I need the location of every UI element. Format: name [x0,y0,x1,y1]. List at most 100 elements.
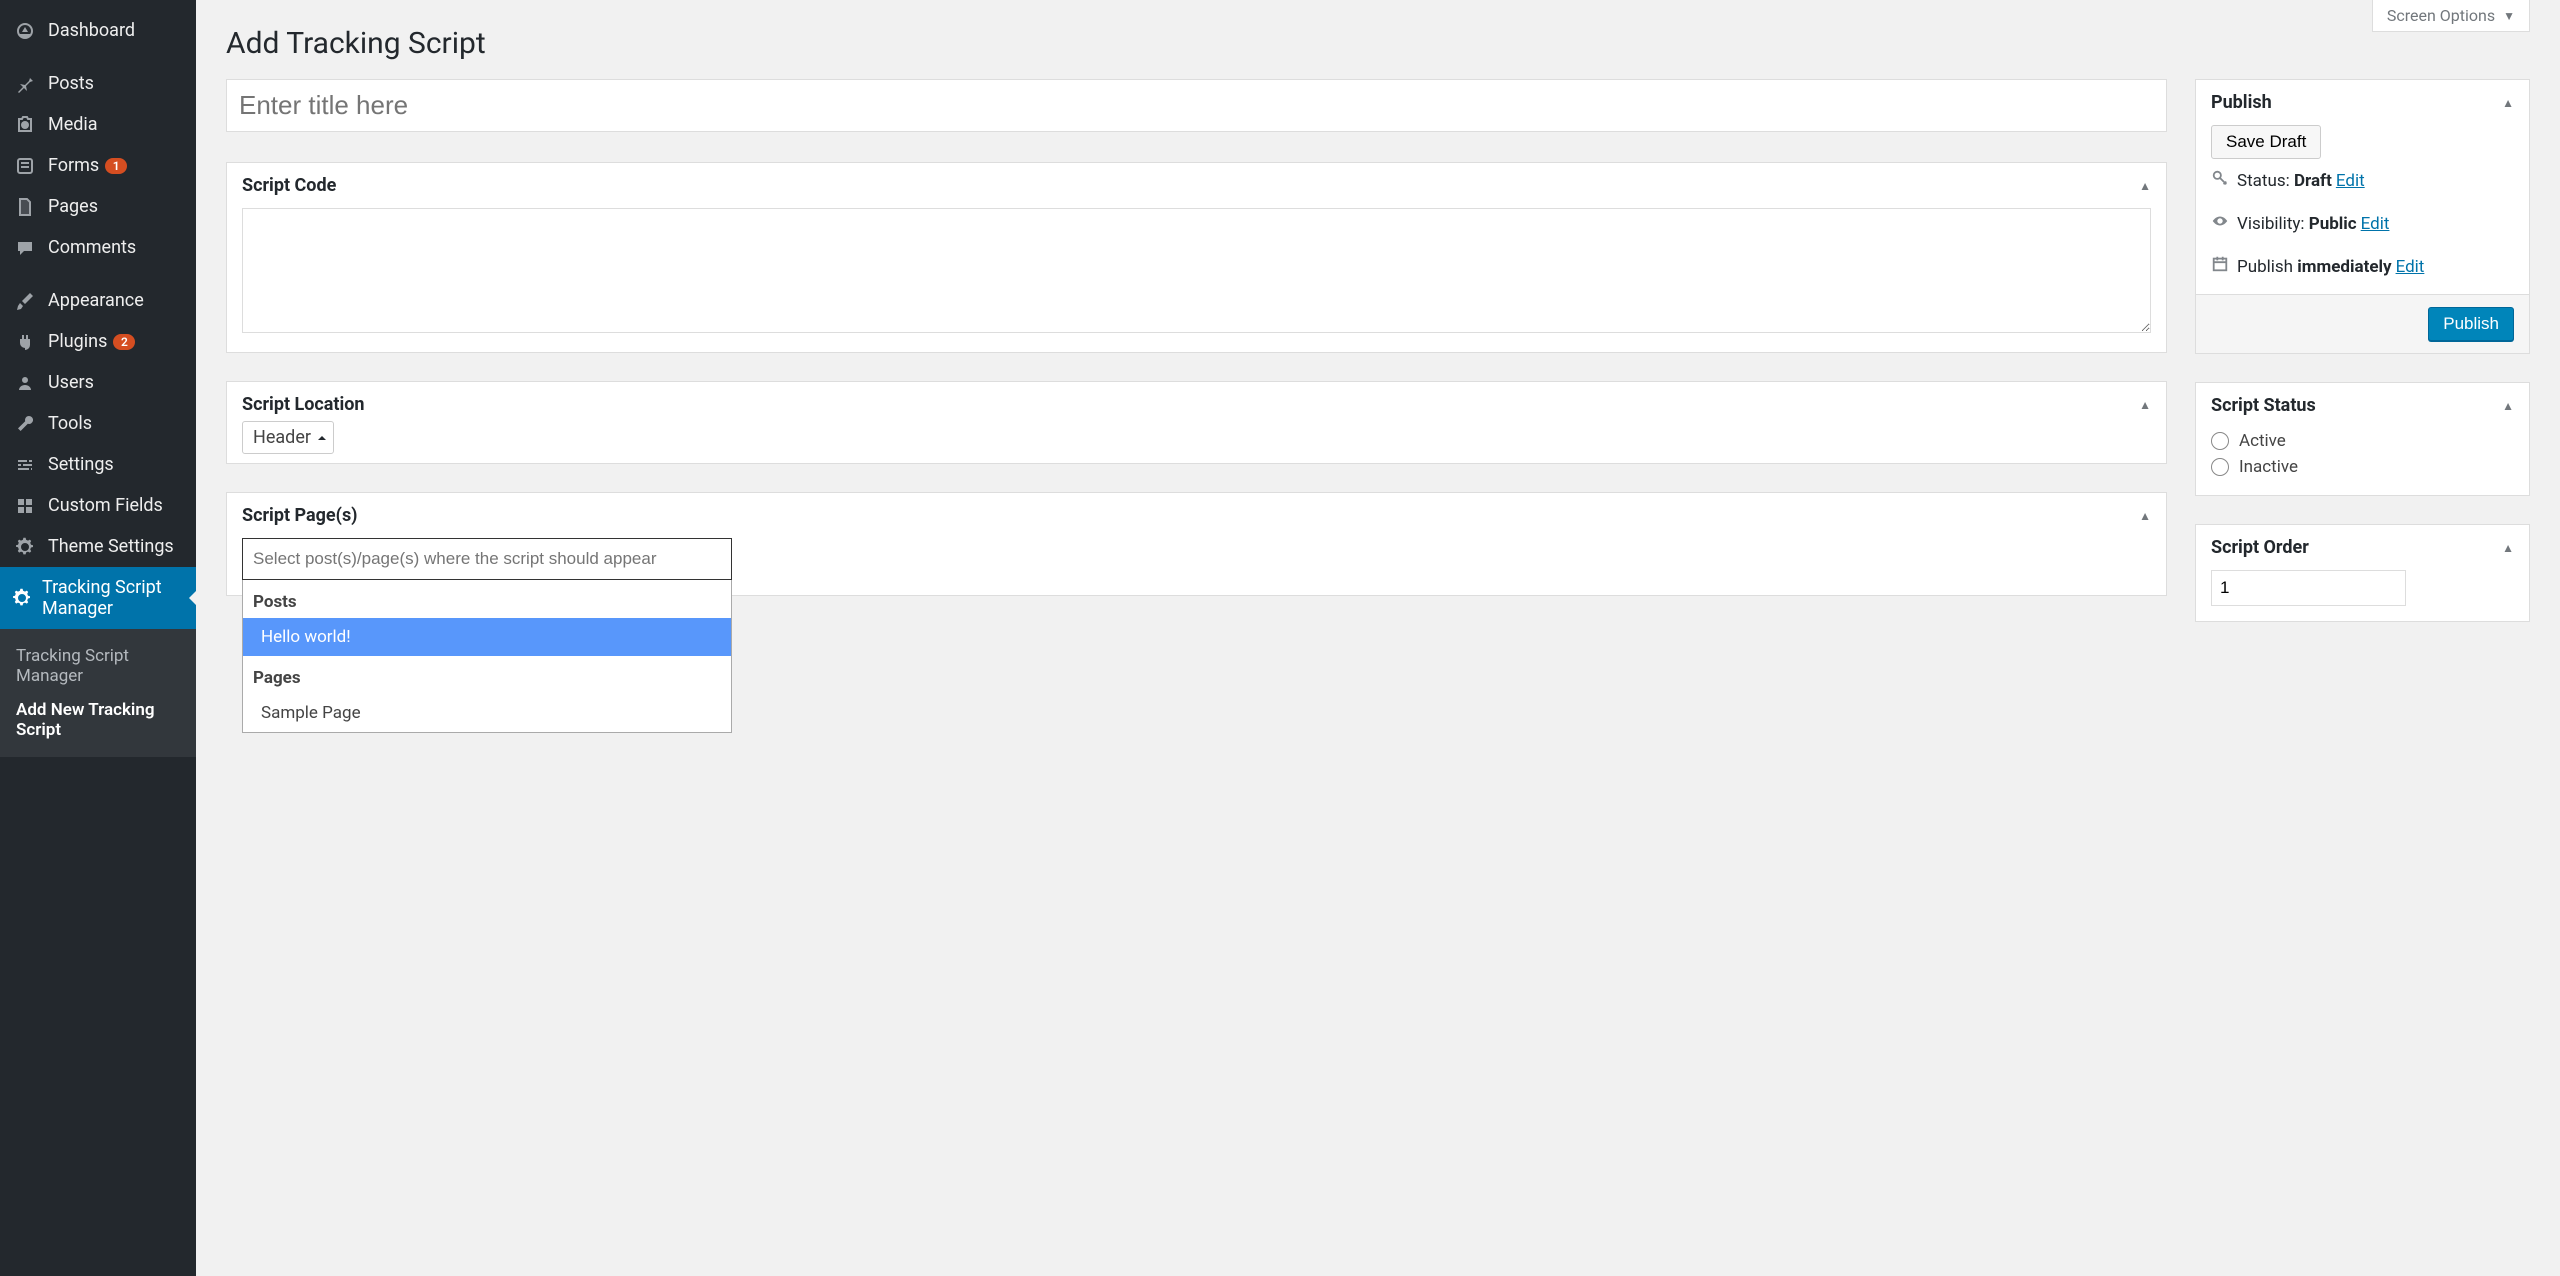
screen-options-label: Screen Options [2387,6,2495,25]
gear-icon [12,588,32,608]
script-pages-input[interactable] [242,538,732,580]
submenu-tracking-script-manager[interactable]: Tracking Script Manager [0,639,196,693]
box-title: Script Order [2211,537,2309,558]
dashboard-icon [12,21,38,41]
pin-icon [12,74,38,94]
box-toggle[interactable]: ▲ [2502,399,2514,413]
box-script-status: Script Status ▲ Active Inactive [2195,382,2530,496]
menu-label: Custom Fields [48,495,163,516]
option-group-posts: Posts [243,580,731,618]
menu-forms[interactable]: Forms 1 [0,145,196,186]
menu-theme-settings[interactable]: Theme Settings [0,526,196,567]
menu-media[interactable]: Media [0,104,196,145]
script-order-input[interactable] [2211,570,2406,606]
script-code-textarea[interactable] [242,208,2151,333]
screen-options-toggle[interactable]: Screen Options ▼ [2372,0,2530,32]
title-input[interactable] [226,79,2167,132]
save-draft-button[interactable]: Save Draft [2211,125,2321,159]
status-label: Status: [2237,171,2290,191]
visibility-value: Public [2309,214,2357,234]
menu-label: Dashboard [48,20,135,41]
radio-label: Active [2239,431,2286,451]
key-icon [2211,169,2237,192]
brush-icon [12,291,38,311]
box-toggle[interactable]: ▲ [2502,541,2514,555]
user-icon [12,373,38,393]
menu-label: Forms [48,155,99,176]
box-script-code: Script Code ▲ [226,162,2167,353]
publish-status-row: Status: Draft Edit [2211,159,2514,202]
gear-icon [12,537,38,557]
menu-label: Settings [48,454,114,475]
menu-label: Comments [48,237,136,258]
edit-status-link[interactable]: Edit [2336,171,2365,191]
box-publish: Publish ▲ Save Draft Status: Draft Edit [2195,79,2530,354]
menu-posts[interactable]: Posts [0,63,196,104]
menu-pages[interactable]: Pages [0,186,196,227]
menu-label: Plugins [48,331,107,352]
comment-icon [12,238,38,258]
menu-label: Tracking Script Manager [42,577,184,619]
chevron-down-icon: ▼ [2503,9,2515,23]
update-badge: 2 [113,334,135,350]
status-value: Draft [2294,171,2332,191]
menu-label: Appearance [48,290,144,311]
publish-visibility-row: Visibility: Public Edit [2211,202,2514,245]
wrench-icon [12,414,38,434]
grid-icon [12,496,38,516]
menu-label: Media [48,114,98,135]
forms-icon [12,156,38,176]
option-hello-world[interactable]: Hello world! [243,618,731,656]
publish-schedule-row: Publish immediately Edit [2211,245,2514,288]
box-title: Script Status [2211,395,2316,416]
publish-button[interactable]: Publish [2428,307,2514,341]
script-pages-dropdown: Posts Hello world! Pages Sample Page [242,580,732,733]
menu-appearance[interactable]: Appearance [0,280,196,321]
update-badge: 1 [105,158,127,174]
calendar-icon [2211,255,2237,278]
box-script-order: Script Order ▲ [2195,524,2530,622]
edit-schedule-link[interactable]: Edit [2396,257,2425,277]
menu-label: Theme Settings [48,536,174,557]
radio-label: Inactive [2239,457,2298,477]
menu-dashboard[interactable]: Dashboard [0,10,196,51]
visibility-label: Visibility: [2237,214,2305,234]
plug-icon [12,332,38,352]
menu-users[interactable]: Users [0,362,196,403]
menu-tools[interactable]: Tools [0,403,196,444]
box-toggle[interactable]: ▲ [2139,509,2151,523]
radio-inactive[interactable]: Inactive [2211,454,2514,480]
script-location-select[interactable]: Header [242,421,334,454]
menu-tracking-script-manager[interactable]: Tracking Script Manager [0,567,196,629]
menu-label: Users [48,372,94,393]
submenu-add-new-tracking-script[interactable]: Add New Tracking Script [0,693,196,747]
edit-visibility-link[interactable]: Edit [2361,214,2390,234]
media-icon [12,115,38,135]
radio-icon [2211,432,2229,450]
page-icon [12,197,38,217]
box-script-location: Script Location ▲ Header [226,381,2167,464]
box-script-pages: Script Page(s) ▲ Posts Hello world! Page… [226,492,2167,596]
menu-label: Pages [48,196,98,217]
menu-plugins[interactable]: Plugins 2 [0,321,196,362]
menu-custom-fields[interactable]: Custom Fields [0,485,196,526]
menu-label: Tools [48,413,92,434]
box-title: Script Page(s) [242,505,358,526]
box-toggle[interactable]: ▲ [2139,179,2151,193]
menu-label: Posts [48,73,94,94]
box-toggle[interactable]: ▲ [2502,96,2514,110]
box-title: Script Location [242,394,365,415]
admin-sidebar: Dashboard Posts Media Forms 1 Pages Comm… [0,0,196,1276]
menu-settings[interactable]: Settings [0,444,196,485]
box-toggle[interactable]: ▲ [2139,398,2151,412]
option-sample-page[interactable]: Sample Page [243,694,731,732]
eye-icon [2211,212,2237,235]
sliders-icon [12,455,38,475]
script-pages-multiselect[interactable]: Posts Hello world! Pages Sample Page [242,538,732,580]
radio-active[interactable]: Active [2211,428,2514,454]
box-title: Script Code [242,175,336,196]
page-title: Add Tracking Script [226,0,2530,79]
option-group-pages: Pages [243,656,731,694]
submenu: Tracking Script Manager Add New Tracking… [0,629,196,757]
menu-comments[interactable]: Comments [0,227,196,268]
